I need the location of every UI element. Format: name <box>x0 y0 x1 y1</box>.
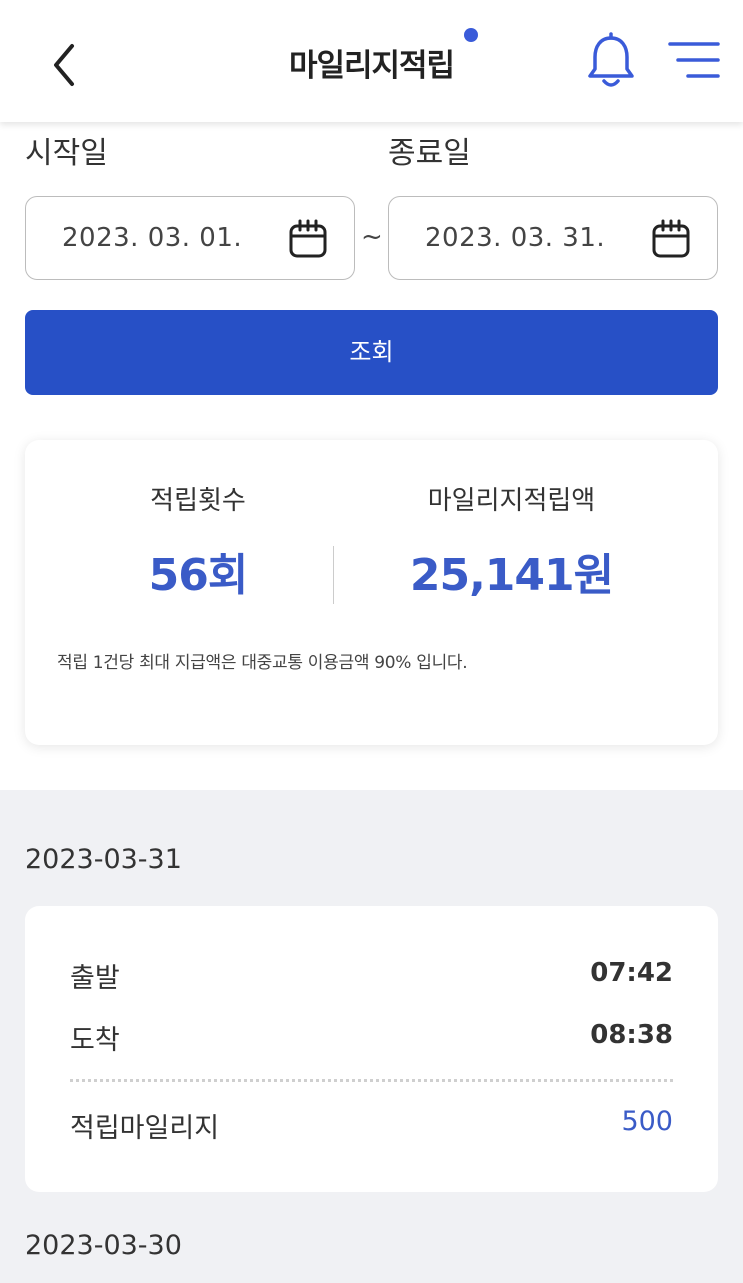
start-date-value: 2023. 03. 01. <box>62 223 243 253</box>
start-date-label: 시작일 <box>25 136 108 171</box>
end-date-label: 종료일 <box>388 136 471 171</box>
start-date-field[interactable]: 2023. 03. 01. <box>25 196 355 280</box>
departure-time: 07:42 <box>590 958 673 988</box>
mileage-amount-label: 마일리지적립액 <box>427 486 596 516</box>
end-date-value: 2023. 03. 31. <box>425 223 606 253</box>
calendar-icon <box>289 219 327 258</box>
history-item[interactable]: 출발 07:42 도착 08:38 적립마일리지 500 <box>25 906 718 1192</box>
search-button[interactable]: 조회 <box>25 310 718 395</box>
history-date: 2023-03-30 <box>25 1230 182 1261</box>
mileage-value: 500 <box>621 1106 673 1137</box>
history-list: 2023-03-31 출발 07:42 도착 08:38 적립마일리지 500 … <box>0 790 743 1283</box>
summary-note: 적립 1건당 최대 지급액은 대중교통 이용금액 90% 입니다. <box>57 653 468 673</box>
arrival-label: 도착 <box>70 1025 120 1056</box>
summary-divider <box>333 546 334 604</box>
menu-button[interactable] <box>664 38 722 86</box>
departure-label: 출발 <box>70 963 120 994</box>
mileage-label: 적립마일리지 <box>70 1113 220 1144</box>
accrual-count-value: 56회 <box>148 550 249 601</box>
accrual-count-block: 적립횟수 56회 <box>25 480 371 603</box>
menu-icon <box>668 42 720 78</box>
bell-icon <box>588 32 634 87</box>
dotted-divider <box>70 1079 673 1082</box>
history-date: 2023-03-31 <box>25 844 182 875</box>
mileage-amount-value: 25,141원 <box>409 550 614 601</box>
calendar-icon <box>652 219 690 258</box>
date-range-separator: ~ <box>361 222 383 252</box>
summary-card: 적립횟수 56회 마일리지적립액 25,141원 적립 1건당 최대 지급액은 … <box>25 440 718 745</box>
mileage-amount-block: 마일리지적립액 25,141원 <box>345 480 678 603</box>
accrual-count-label: 적립횟수 <box>150 486 246 516</box>
new-indicator-dot <box>464 28 478 42</box>
notification-button[interactable] <box>586 32 636 92</box>
end-date-field[interactable]: 2023. 03. 31. <box>388 196 718 280</box>
app-header: 마일리지적립 <box>0 0 743 122</box>
arrival-time: 08:38 <box>590 1020 673 1050</box>
